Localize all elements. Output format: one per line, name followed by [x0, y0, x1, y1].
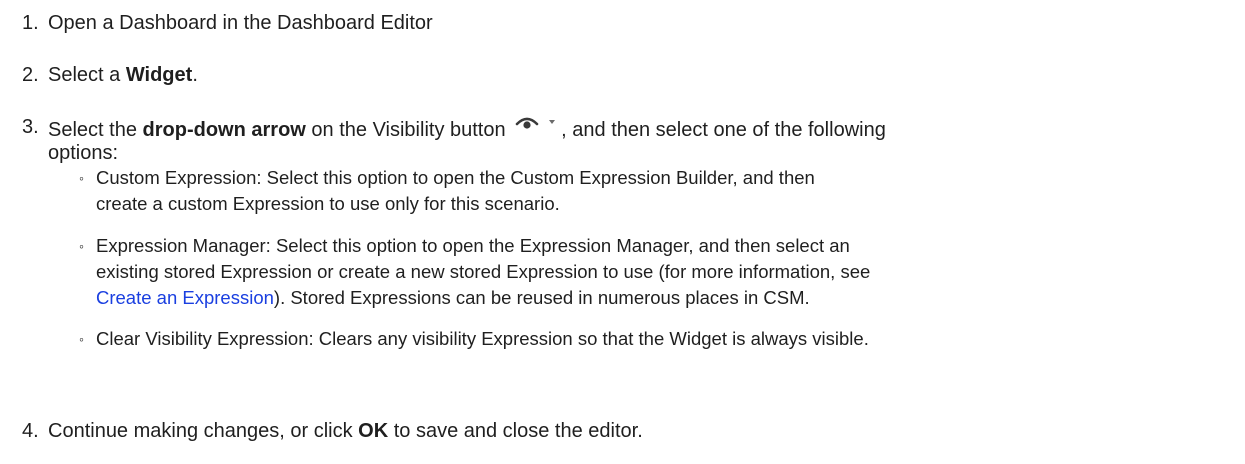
step-text-pre: Continue making changes, or click — [48, 420, 359, 442]
option-text-post: ). Stored Expressions can be reused in n… — [273, 287, 810, 308]
option-text: Create an Expression). Stored Expression… — [96, 285, 1231, 311]
option-clear-visibility-expression: ◦ Clear Visibility Expression: Clears an… — [79, 326, 1231, 352]
step-number: 2. — [22, 64, 39, 86]
step-text-line2: options: — [48, 142, 119, 164]
visibility-eye-icon — [515, 117, 556, 129]
option-expression-manager: ◦ Expression Manager: Select this option… — [79, 233, 1231, 311]
step-text-post: . — [192, 64, 198, 86]
option-text: Expression Manager: Select this option t… — [96, 235, 850, 256]
option-text: create a custom Expression to use only f… — [96, 193, 560, 214]
step-number: 3. — [22, 116, 39, 138]
step-text: Open a Dashboard in the Dashboard Editor — [48, 12, 433, 34]
step-text-post: to save and close the editor. — [388, 420, 643, 442]
step-text: Select the drop-down arrow on the Visibi… — [48, 114, 886, 143]
option-custom-expression: ◦ Custom Expression: Select this option … — [79, 165, 1231, 217]
create-expression-link[interactable]: Create an Expression — [96, 287, 274, 308]
bullet: ◦ — [79, 170, 84, 186]
step-text-post: , and then select one of the following — [561, 119, 886, 141]
step-text-pre: Select a — [48, 64, 126, 86]
ok-term: OK — [358, 420, 389, 442]
chevron-down-icon — [549, 120, 556, 124]
bullet: ◦ — [79, 331, 84, 347]
step-text: Select a Widget. — [48, 62, 198, 88]
widget-term: Widget — [125, 64, 193, 86]
option-text: existing stored Expression or create a n… — [96, 261, 871, 282]
step-text-mid: on the Visibility button — [305, 119, 512, 141]
step-number: 4. — [22, 420, 39, 442]
bullet: ◦ — [79, 238, 84, 254]
option-text: Custom Expression: Select this option to… — [96, 167, 815, 188]
visibility-button[interactable] — [515, 114, 561, 138]
step-text-pre: Select the — [48, 119, 143, 141]
step-number: 1. — [22, 12, 39, 34]
step-text: Continue making changes, or click OK to … — [48, 418, 643, 444]
drop-down-arrow-term: drop-down arrow — [142, 119, 306, 141]
option-text: Clear Visibility Expression: Clears any … — [96, 328, 869, 349]
